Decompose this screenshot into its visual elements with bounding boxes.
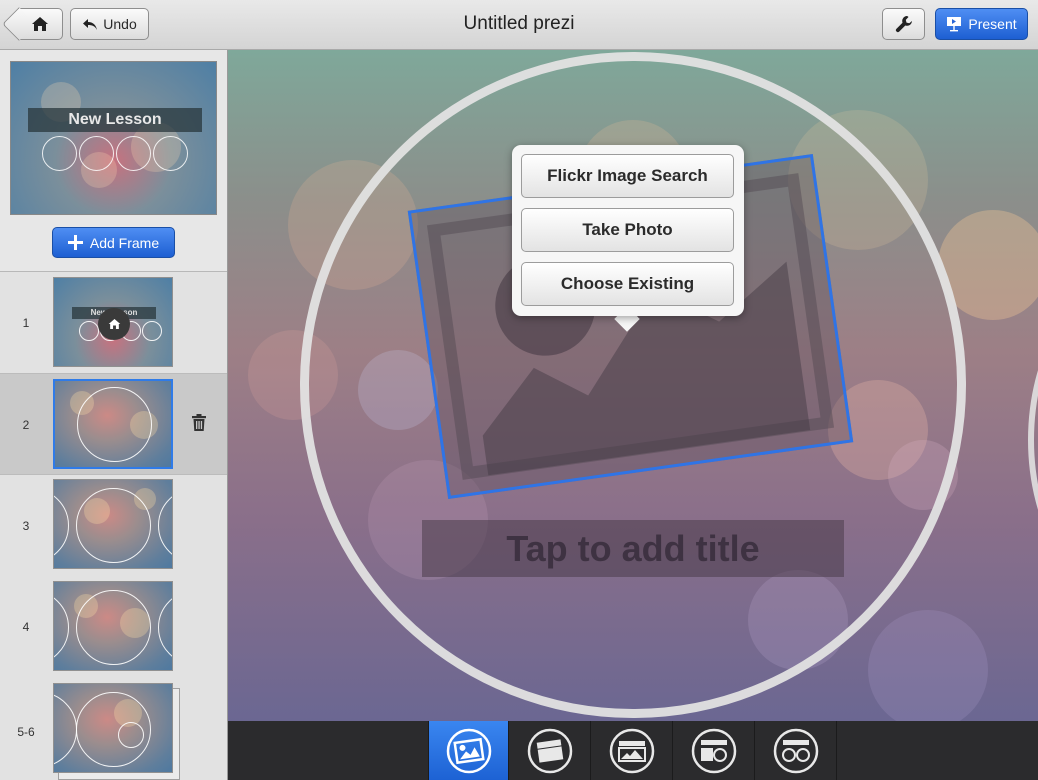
overview-thumbnail[interactable]: New Lesson (10, 61, 217, 215)
thumb-circle (77, 387, 152, 462)
frame-thumbnail[interactable] (53, 479, 173, 569)
plus-icon (67, 235, 83, 250)
adjacent-frame-circle[interactable] (1028, 280, 1038, 600)
thumb-circle (118, 722, 144, 748)
image-layout-button[interactable] (428, 721, 509, 780)
frame-circle-layout-button[interactable] (674, 721, 755, 780)
top-toolbar: Undo Untitled prezi Present (0, 0, 1038, 50)
frame-number: 5-6 (17, 725, 35, 739)
frame-number: 4 (22, 620, 30, 634)
images-layout-button[interactable] (592, 721, 673, 780)
image-layout-icon (446, 728, 491, 773)
thumb-circle (54, 488, 69, 563)
flickr-image-search-button[interactable]: Flickr Image Search (521, 154, 734, 198)
frame-thumbnail[interactable] (53, 581, 173, 671)
frame-number: 2 (22, 418, 30, 432)
two-circles-layout-button[interactable] (756, 721, 837, 780)
title-placeholder[interactable]: Tap to add title (422, 520, 844, 577)
present-label: Present (968, 16, 1017, 32)
thumb-circle (54, 692, 77, 767)
frame-number: 1 (22, 316, 30, 330)
overview-circle (79, 136, 114, 171)
overview-circle (116, 136, 151, 171)
overview-title: New Lesson (28, 108, 202, 132)
frame-row-4[interactable]: 4 (0, 576, 227, 678)
present-button[interactable]: Present (935, 8, 1028, 40)
frame-row-1[interactable]: 1 New Lesson (0, 272, 227, 374)
home-icon (32, 17, 48, 31)
frame-number: 3 (22, 519, 30, 533)
home-frame-badge (98, 308, 130, 340)
thumb-circle (142, 321, 162, 341)
frame-row-2[interactable]: 2 (0, 373, 227, 475)
home-icon (108, 318, 120, 330)
thumb-circle (54, 590, 69, 665)
frame-row-5-6[interactable]: 5-6 (0, 678, 227, 780)
frame-thumbnail[interactable] (53, 683, 173, 773)
frame-thumbnail[interactable] (53, 379, 173, 469)
bokeh-dot (868, 610, 988, 721)
images-layout-icon (609, 728, 655, 773)
add-frame-button[interactable]: Add Frame (52, 227, 175, 258)
thumb-circle (76, 488, 151, 563)
thumb-circle (76, 590, 151, 665)
wrench-icon (895, 16, 912, 33)
frame-row-3[interactable]: 3 (0, 475, 227, 577)
trash-icon[interactable] (192, 414, 206, 436)
frame-layout-button[interactable] (510, 721, 591, 780)
choose-existing-button[interactable]: Choose Existing (521, 262, 734, 306)
tools-button[interactable] (882, 8, 925, 40)
frame-thumbnail[interactable]: New Lesson (53, 277, 173, 367)
overview-area: New Lesson Add Frame (0, 50, 227, 272)
thumb-circle (79, 321, 99, 341)
projector-icon (947, 17, 962, 32)
add-frame-label: Add Frame (89, 234, 160, 251)
frame-circle-layout-icon (691, 728, 737, 773)
overview-circle (153, 136, 188, 171)
layout-toolbar (228, 721, 1038, 780)
frames-sidebar: New Lesson Add Frame 1 New Lesson (0, 50, 228, 780)
image-source-popover: Flickr Image Search Take Photo Choose Ex… (512, 145, 744, 316)
take-photo-button[interactable]: Take Photo (521, 208, 734, 252)
two-circles-layout-icon (773, 728, 819, 773)
overview-circle (42, 136, 77, 171)
frame-layout-icon (527, 728, 573, 773)
thumb-circle (158, 488, 172, 563)
thumb-circle (158, 590, 172, 665)
